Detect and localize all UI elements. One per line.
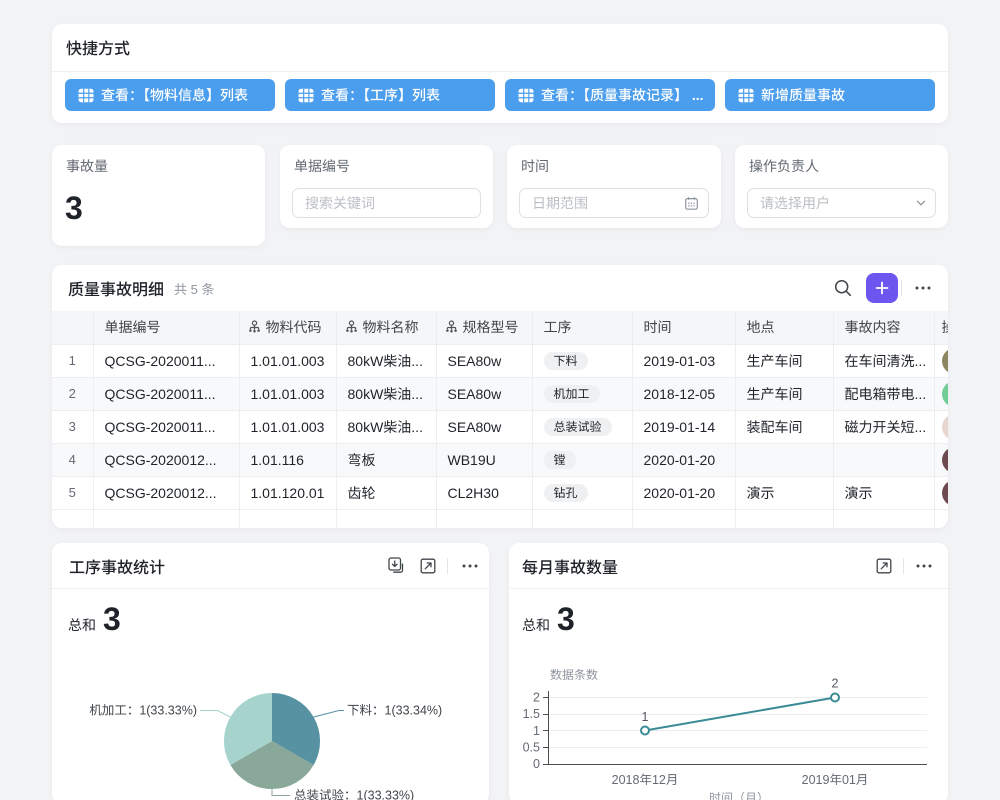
svg-text:2019年01月: 2019年01月 [802,773,869,787]
svg-text:2018年12月: 2018年12月 [612,773,679,787]
svg-text:2: 2 [832,677,839,691]
svg-text:时间（月）: 时间（月） [709,791,769,800]
svg-text:数据条数: 数据条数 [550,668,598,682]
svg-text:0: 0 [533,757,540,771]
svg-text:下料：1(33.34%): 下料：1(33.34%) [347,704,442,718]
svg-text:1: 1 [642,710,649,724]
svg-text:0.5: 0.5 [523,741,540,755]
svg-text:机加工：1(33.33%): 机加工：1(33.33%) [89,704,197,718]
svg-text:总装试验：1(33.33%): 总装试验：1(33.33%) [294,789,414,800]
svg-text:1: 1 [533,724,540,738]
svg-text:1.5: 1.5 [523,707,540,721]
svg-text:2: 2 [533,691,540,705]
